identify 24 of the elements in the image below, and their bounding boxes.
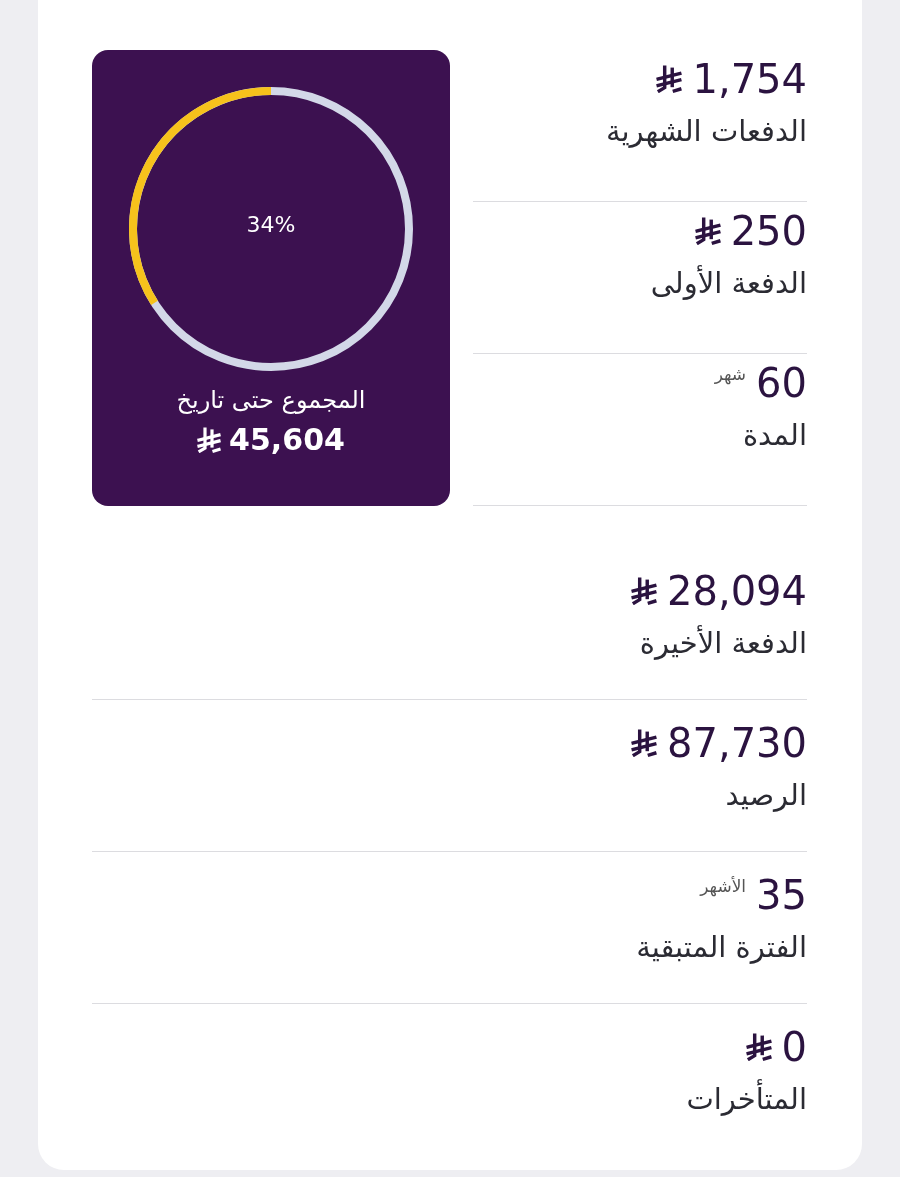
riyal-icon [631, 729, 658, 757]
total-label: المجموع حتى تاريخ [176, 386, 366, 414]
riyal-icon [631, 577, 658, 605]
amount-value: 0 [781, 1024, 807, 1070]
item-label: الدفعة الأخيرة [639, 626, 807, 660]
unit-label: الأشهر [700, 876, 747, 896]
amount-value: 35 [756, 872, 807, 918]
amount-value: 1,754 [692, 56, 807, 102]
riyal-icon [745, 1033, 772, 1061]
riyal-icon [656, 65, 683, 93]
amount-value: 28,094 [667, 568, 807, 614]
item-label: المدة [742, 418, 807, 452]
item-label: الفترة المتبقية [636, 930, 807, 964]
item-label: الدفعات الشهرية [605, 114, 807, 148]
amount-value: 60 [756, 360, 807, 406]
item-label: الدفعة الأولى [650, 266, 807, 300]
unit-label: شهر [714, 364, 747, 384]
riyal-icon [197, 426, 222, 453]
riyal-icon [694, 217, 721, 245]
amount-value: 250 [730, 208, 807, 254]
item-label: الرصيد [725, 778, 807, 812]
total-value: 45,604 [229, 422, 345, 457]
amount-value: 87,730 [667, 720, 807, 766]
progress-percent: 34% [245, 212, 297, 237]
